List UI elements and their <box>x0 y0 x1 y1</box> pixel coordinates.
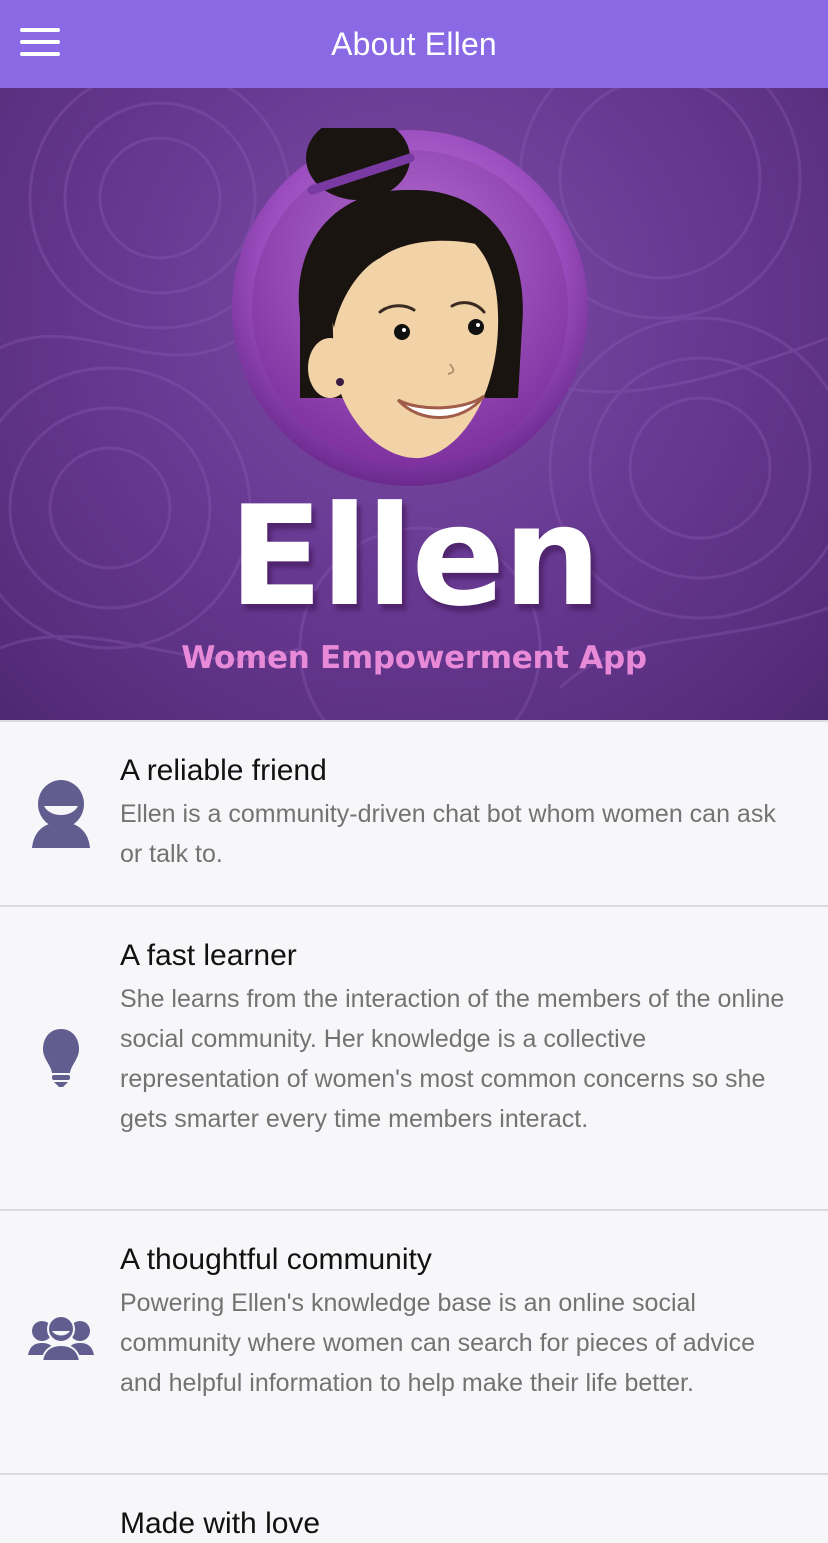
person-icon <box>28 778 94 848</box>
app-name: Ellen <box>228 476 602 637</box>
hamburger-menu-icon[interactable] <box>20 28 60 60</box>
hero-banner: Ellen Women Empowerment App <box>0 88 828 720</box>
list-item: A reliable friend Ellen is a community-d… <box>0 720 828 905</box>
feature-list: A reliable friend Ellen is a community-d… <box>0 720 828 1543</box>
feature-title: A thoughtful community <box>120 1243 432 1276</box>
feature-description: She learns from the interaction of the m… <box>120 985 785 1133</box>
list-item: A thoughtful community Powering Ellen's … <box>0 1209 828 1473</box>
lightbulb-icon <box>28 1027 94 1087</box>
feature-description: Powering Ellen's knowledge base is an on… <box>120 1289 756 1397</box>
app-tagline: Women Empowerment App <box>181 640 647 676</box>
app-header: About Ellen <box>0 0 828 88</box>
page-title: About Ellen <box>331 25 497 62</box>
list-item: Made with love <box>0 1473 828 1543</box>
feature-title: A reliable friend <box>120 754 327 787</box>
group-icon <box>28 1315 94 1361</box>
feature-title: A fast learner <box>120 939 297 972</box>
ellen-avatar <box>230 116 590 488</box>
list-item: A fast learner She learns from the inter… <box>0 905 828 1209</box>
feature-description: Ellen is a community-driven chat bot who… <box>120 800 776 868</box>
